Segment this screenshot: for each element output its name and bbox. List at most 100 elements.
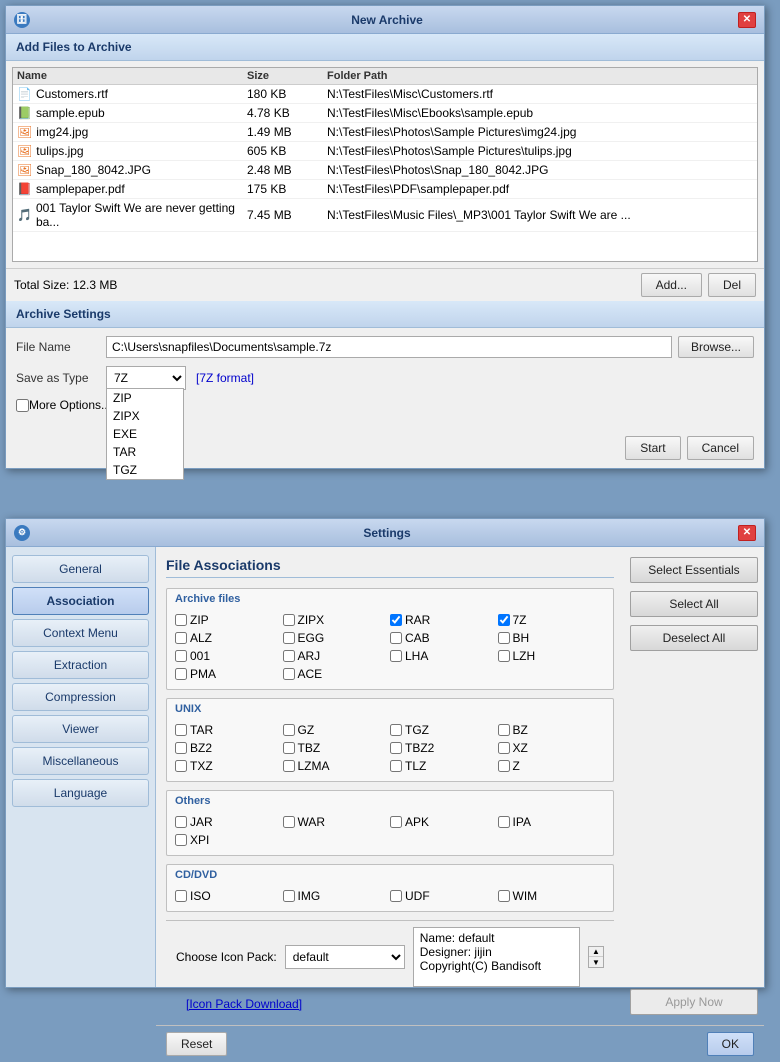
cancel-button[interactable]: Cancel (687, 436, 754, 460)
browse-button[interactable]: Browse... (678, 336, 754, 358)
type-dropdown[interactable]: ZIP ZIPX EXE TAR TGZ (106, 388, 184, 480)
cb-xz-input[interactable] (498, 742, 510, 754)
cb-udf-input[interactable] (390, 890, 402, 902)
cb-tar-input[interactable] (175, 724, 187, 736)
add-button[interactable]: Add... (641, 273, 702, 297)
table-row[interactable]: 🖼 tulips.jpg 605 KB N:\TestFiles\Photos\… (13, 142, 757, 161)
cb-bz-input[interactable] (498, 724, 510, 736)
sidebar-item-context-menu[interactable]: Context Menu (12, 619, 149, 647)
cb-apk-input[interactable] (390, 816, 402, 828)
table-row[interactable]: 📄 Customers.rtf 180 KB N:\TestFiles\Misc… (13, 85, 757, 104)
cb-z-input[interactable] (498, 760, 510, 772)
cb-ace: ACE (283, 667, 391, 681)
sidebar-item-language[interactable]: Language (12, 779, 149, 807)
cb-iso-input[interactable] (175, 890, 187, 902)
ok-button[interactable]: OK (707, 1032, 754, 1056)
sidebar-item-viewer[interactable]: Viewer (12, 715, 149, 743)
file-path: N:\TestFiles\Photos\Sample Pictures\tuli… (327, 144, 753, 158)
cb-rar-input[interactable] (390, 614, 402, 626)
cb-jar-input[interactable] (175, 816, 187, 828)
cb-bz2-input[interactable] (175, 742, 187, 754)
more-options-checkbox[interactable] (16, 399, 29, 412)
cb-lzma-input[interactable] (283, 760, 295, 772)
cb-cab: CAB (390, 631, 498, 645)
cb-tlz-input[interactable] (390, 760, 402, 772)
sidebar-item-association[interactable]: Association (12, 587, 149, 615)
settings-content: File Associations Archive files ZIP ZIPX (156, 547, 624, 1025)
cb-xpi-input[interactable] (175, 834, 187, 846)
cb-tbz-input[interactable] (283, 742, 295, 754)
dropdown-item-exe[interactable]: EXE (107, 425, 183, 443)
cb-7z-input[interactable] (498, 614, 510, 626)
cb-gz: GZ (283, 723, 391, 737)
sidebar-item-general[interactable]: General (12, 555, 149, 583)
cb-tgz-input[interactable] (390, 724, 402, 736)
dropdown-item-zip[interactable]: ZIP (107, 389, 183, 407)
settings-close-button[interactable]: ✕ (738, 525, 756, 541)
table-row[interactable]: 📗 sample.epub 4.78 KB N:\TestFiles\Misc\… (13, 104, 757, 123)
table-row[interactable]: 🖼 Snap_180_8042.JPG 2.48 MB N:\TestFiles… (13, 161, 757, 180)
icon-pack-info: Name: default Designer: jijin Copyright(… (413, 927, 580, 987)
scrollbar-down[interactable]: ▼ (589, 957, 603, 967)
cb-wim-input[interactable] (498, 890, 510, 902)
cb-lzh-input[interactable] (498, 650, 510, 662)
scrollbar-up[interactable]: ▲ (589, 947, 603, 957)
file-size: 175 KB (247, 182, 327, 196)
total-size-label: Total Size: 12.3 MB (14, 278, 117, 292)
cb-cab-input[interactable] (390, 632, 402, 644)
table-row[interactable]: 🖼 img24.jpg 1.49 MB N:\TestFiles\Photos\… (13, 123, 757, 142)
add-files-header: Add Files to Archive (6, 34, 764, 61)
sidebar-item-extraction[interactable]: Extraction (12, 651, 149, 679)
cb-pma-input[interactable] (175, 668, 187, 680)
cb-bh-input[interactable] (498, 632, 510, 644)
sidebar-item-miscellaneous[interactable]: Miscellaneous (12, 747, 149, 775)
cb-war-input[interactable] (283, 816, 295, 828)
file-name: samplepaper.pdf (36, 182, 125, 196)
select-all-button[interactable]: Select All (630, 591, 758, 617)
dropdown-item-zipx[interactable]: ZIPX (107, 407, 183, 425)
save-type-select[interactable]: 7Z ZIP ZIPX EXE TAR TGZ (106, 366, 186, 390)
cb-zip-input[interactable] (175, 614, 187, 626)
icon-pack-download-link[interactable]: [Icon Pack Download] (176, 993, 312, 1015)
cb-ace-label: ACE (298, 667, 323, 681)
start-button[interactable]: Start (625, 436, 680, 460)
sidebar-item-compression[interactable]: Compression (12, 683, 149, 711)
cb-img: IMG (283, 889, 391, 903)
cb-ipa-input[interactable] (498, 816, 510, 828)
dropdown-item-tgz[interactable]: TGZ (107, 461, 183, 479)
cb-cab-label: CAB (405, 631, 430, 645)
cb-arj-input[interactable] (283, 650, 295, 662)
more-options-label[interactable]: More Options... (29, 398, 111, 412)
del-button[interactable]: Del (708, 273, 756, 297)
cb-zipx-label: ZIPX (298, 613, 325, 627)
cb-zipx-input[interactable] (283, 614, 295, 626)
cb-lha-input[interactable] (390, 650, 402, 662)
icon-pack-select[interactable]: default (285, 945, 405, 969)
reset-button[interactable]: Reset (166, 1032, 227, 1056)
deselect-all-button[interactable]: Deselect All (630, 625, 758, 651)
cb-gz-input[interactable] (283, 724, 295, 736)
cb-ace-input[interactable] (283, 668, 295, 680)
dropdown-item-tar[interactable]: TAR (107, 443, 183, 461)
table-row[interactable]: 📕 samplepaper.pdf 175 KB N:\TestFiles\PD… (13, 180, 757, 199)
cb-tgz: TGZ (390, 723, 498, 737)
table-row[interactable]: 🎵 001 Taylor Swift We are never getting … (13, 199, 757, 232)
cb-apk: APK (390, 815, 498, 829)
file-path: N:\TestFiles\Misc\Customers.rtf (327, 87, 753, 101)
others-checkboxes: JAR WAR APK IPA XPI (167, 811, 613, 855)
cb-tbz2-input[interactable] (390, 742, 402, 754)
file-name-input[interactable] (106, 336, 672, 358)
cb-egg-input[interactable] (283, 632, 295, 644)
settings-window: ⚙ Settings ✕ General Association Context… (5, 518, 765, 988)
cb-img-input[interactable] (283, 890, 295, 902)
col-name: Name (17, 70, 247, 82)
apply-now-button[interactable]: Apply Now (630, 989, 758, 1015)
select-essentials-button[interactable]: Select Essentials (630, 557, 758, 583)
cb-001-input[interactable] (175, 650, 187, 662)
close-button[interactable]: ✕ (738, 12, 756, 28)
cb-txz-input[interactable] (175, 760, 187, 772)
cb-alz-input[interactable] (175, 632, 187, 644)
settings-sidebar: General Association Context Menu Extract… (6, 547, 156, 987)
cb-tar: TAR (175, 723, 283, 737)
cb-zip: ZIP (175, 613, 283, 627)
